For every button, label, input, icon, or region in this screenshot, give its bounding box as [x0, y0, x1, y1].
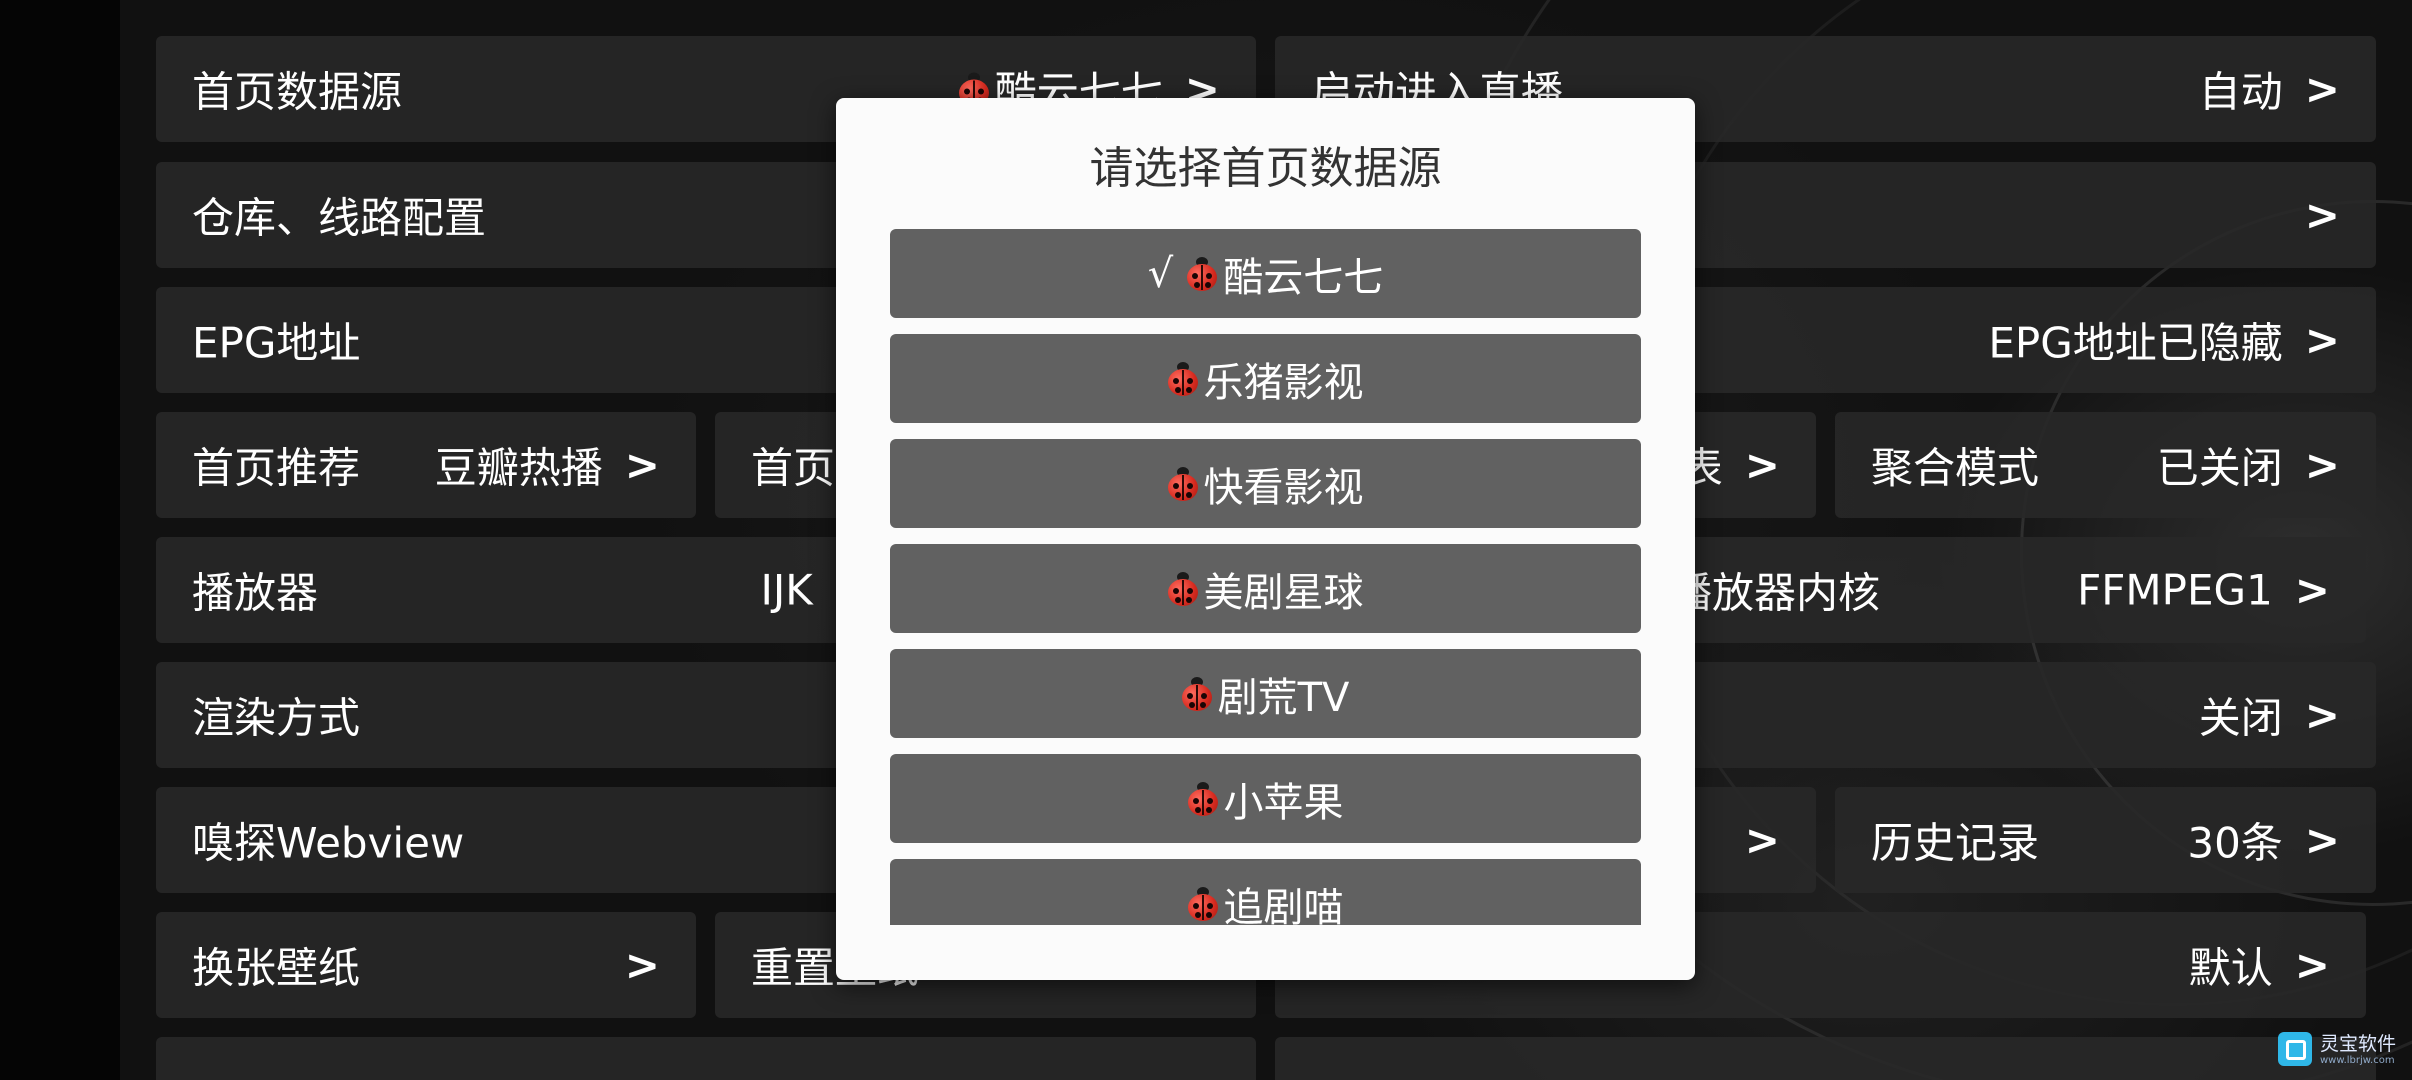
chevron-right-icon: >: [2304, 815, 2340, 865]
source-option-label: 追剧喵: [1223, 884, 1344, 926]
home-recommend-value: 豆瓣热播 >: [434, 440, 660, 493]
player-core-row[interactable]: 播放器内核 FFMPEG1 >: [1630, 537, 2366, 643]
chevron-right-icon: >: [2304, 315, 2340, 365]
home-recommend-row[interactable]: 首页推荐 豆瓣热播 >: [156, 412, 696, 518]
ladybug-icon: [1187, 781, 1218, 816]
player-label: 播放器: [192, 568, 319, 618]
render-label: 渲染方式: [192, 693, 361, 743]
chevron-right-icon: >: [2294, 565, 2330, 615]
home-source-label: 首页数据源: [192, 67, 403, 117]
source-option-label: 酷云七七: [1223, 254, 1384, 301]
chevron-right-icon: >: [2304, 440, 2340, 490]
player-core-value: FFMPEG1 >: [2077, 565, 2330, 615]
list-partial-value: 表 >: [1680, 440, 1780, 493]
change-wallpaper-row[interactable]: 换张壁纸 >: [156, 912, 696, 1018]
dialog-title: 请选择首页数据源: [1089, 143, 1442, 194]
settings-screen: 首页数据源 酷云七七 > 启动进入直播 自动 > 仓库、线路配置 > EPG地址…: [0, 0, 2412, 1080]
ladybug-icon: [1187, 256, 1218, 291]
source-option-5[interactable]: 小苹果: [890, 754, 1641, 843]
player-row[interactable]: 播放器 IJK >: [156, 537, 870, 643]
ladybug-icon: [1167, 571, 1198, 606]
partial-row-right[interactable]: [1275, 1037, 2376, 1080]
chevron-right-icon: >: [624, 440, 660, 490]
history-value: 30条 >: [2187, 815, 2340, 868]
player-core-label: 播放器内核: [1670, 568, 1881, 618]
ladybug-icon: [1187, 886, 1218, 921]
change-wallpaper-label: 换张壁纸: [192, 943, 361, 993]
source-option-4[interactable]: 剧荒TV: [890, 649, 1641, 738]
aggregate-mode-label: 聚合模式: [1871, 443, 2040, 493]
aggregate-mode-row[interactable]: 聚合模式 已关闭 >: [1835, 412, 2376, 518]
source-option-6[interactable]: 追剧喵: [890, 859, 1641, 925]
watermark-name: 灵宝软件: [2319, 1032, 2396, 1055]
check-icon: √: [1147, 250, 1174, 297]
chevron-right-icon: >: [2294, 940, 2330, 990]
chevron-right-icon: >: [2304, 64, 2340, 114]
render-value: 关闭 >: [2198, 690, 2340, 743]
source-option-0[interactable]: √ 酷云七七: [890, 229, 1641, 318]
aggregate-mode-value: 已关闭 >: [2156, 440, 2340, 493]
source-option-label: 快看影视: [1203, 464, 1364, 511]
default-value: 默认 >: [2188, 940, 2330, 993]
epg-label: EPG地址: [192, 318, 361, 368]
partial-row-left[interactable]: [156, 1037, 1256, 1080]
source-select-dialog: 请选择首页数据源 √ 酷云七七 乐猪影视 快看影视 美剧星球 剧荒TV 小苹果 …: [836, 98, 1695, 980]
sniff-webview-label: 嗅探Webview: [192, 818, 465, 868]
source-option-label: 美剧星球: [1203, 569, 1364, 616]
ladybug-icon: [1167, 361, 1198, 396]
chevron-right-icon: >: [624, 940, 660, 990]
source-option-label: 剧荒TV: [1217, 674, 1350, 721]
source-option-3[interactable]: 美剧星球: [890, 544, 1641, 633]
source-option-2[interactable]: 快看影视: [890, 439, 1641, 528]
watermark: 灵宝软件 www.lbrjw.com: [2277, 1032, 2396, 1066]
history-label: 历史记录: [1871, 818, 2040, 868]
ladybug-icon: [1167, 466, 1198, 501]
repo-config-label: 仓库、线路配置: [192, 193, 487, 243]
chevron-right-icon: >: [2304, 190, 2340, 240]
source-option-label: 乐猪影视: [1203, 359, 1364, 406]
epg-value: EPG地址已隐藏 >: [1988, 315, 2340, 368]
startup-live-value: 自动 >: [2198, 64, 2340, 117]
home-recommend-label: 首页推荐: [192, 443, 361, 493]
watermark-url: www.lbrjw.com: [2319, 1054, 2395, 1066]
chevron-right-icon: >: [1744, 440, 1780, 490]
ladybug-icon: [1181, 676, 1212, 711]
history-row[interactable]: 历史记录 30条 >: [1835, 787, 2376, 893]
lingbao-logo-icon: [2277, 1032, 2312, 1066]
source-option-list[interactable]: √ 酷云七七 乐猪影视 快看影视 美剧星球 剧荒TV 小苹果 追剧喵: [890, 229, 1641, 925]
chevron-right-icon: >: [2304, 690, 2340, 740]
home-partial-label: 首页: [751, 443, 836, 493]
chevron-right-icon: >: [1744, 815, 1780, 865]
source-option-1[interactable]: 乐猪影视: [890, 334, 1641, 423]
source-option-label: 小苹果: [1223, 779, 1344, 826]
